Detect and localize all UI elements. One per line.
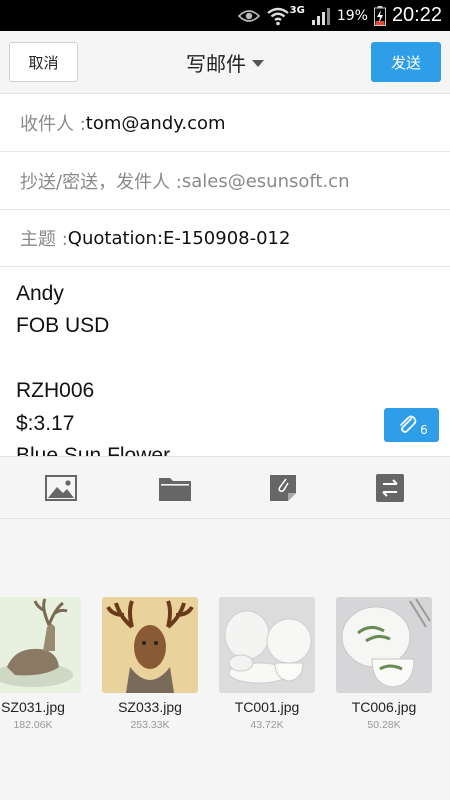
compose-header: 取消 写邮件 发送	[0, 31, 450, 94]
swap-icon	[376, 474, 404, 502]
battery-charging-icon	[373, 5, 386, 26]
attachment-size: 182.06K	[13, 719, 53, 731]
attachment-name: SZ033.jpg	[118, 699, 182, 715]
insert-image-button[interactable]	[44, 471, 78, 505]
attachment-thumbnail[interactable]	[219, 597, 315, 693]
attachment-tray: SZ031.jpg 182.06K SZ033.jpg 253.33K TC00…	[0, 519, 450, 800]
subject-field[interactable]: 主题 : Quotation:E-150908-012	[0, 210, 450, 267]
signal-icon	[311, 7, 331, 25]
attachment-size: 50.28K	[367, 719, 401, 731]
attachment-thumbnail[interactable]	[336, 597, 432, 693]
image-icon	[45, 475, 77, 501]
to-label: 收件人 :	[20, 114, 86, 135]
subject-value[interactable]: Quotation:E-150908-012	[68, 228, 291, 249]
attachment-name: TC001.jpg	[234, 699, 300, 715]
cancel-button[interactable]: 取消	[9, 42, 78, 82]
attachment-size: 253.33K	[130, 719, 170, 731]
body-line: RZH006	[16, 379, 95, 403]
body-line: FOB USD	[16, 314, 110, 338]
folder-icon	[159, 478, 191, 501]
subject-label: 主题 :	[20, 229, 68, 250]
attachment-thumbnail[interactable]	[0, 597, 81, 693]
attachment-count: 6	[420, 423, 428, 437]
clock: 20:22	[391, 4, 442, 26]
body-line	[16, 343, 376, 375]
swap-button[interactable]	[373, 471, 407, 505]
wifi-icon	[266, 6, 290, 26]
cc-bcc-from-field[interactable]: 抄送/密送，发件人 : sales@esunsoft.cn	[0, 153, 450, 210]
paperclip-icon	[400, 415, 417, 433]
attachment-thumbnail[interactable]	[102, 597, 198, 693]
from-value[interactable]: sales@esunsoft.cn	[182, 171, 350, 192]
body-line: Andy	[16, 282, 64, 305]
insert-note-button[interactable]	[266, 471, 300, 505]
attachments-toggle-button[interactable]: 6	[384, 408, 439, 442]
cc-label: 抄送/密送，发件人 :	[20, 172, 182, 193]
insert-file-button[interactable]	[158, 471, 192, 505]
to-value[interactable]: tom@andy.com	[86, 113, 226, 134]
caret-down-icon	[252, 60, 264, 67]
attachment-name: SZ031.jpg	[1, 699, 65, 715]
page-title: 写邮件	[186, 52, 246, 76]
send-button[interactable]: 发送	[371, 42, 441, 82]
note-icon	[270, 475, 296, 501]
message-body[interactable]: Andy FOB USD RZH006 $:3.17 Blue Sun Flow…	[16, 278, 376, 456]
attachment-name: TC006.jpg	[351, 699, 417, 715]
eye-icon	[237, 8, 260, 24]
battery-percent: 19%	[336, 7, 368, 24]
to-field[interactable]: 收件人 : tom@andy.com	[0, 95, 450, 152]
attachment-size: 43.72K	[250, 719, 284, 731]
network-type-label: 3G	[289, 5, 305, 16]
body-line: $:3.17	[16, 411, 75, 435]
attachment-toolbar	[0, 456, 450, 519]
status-bar: 3G 19% 20:22	[0, 0, 450, 31]
body-line: Blue Sun Flower	[16, 444, 171, 456]
